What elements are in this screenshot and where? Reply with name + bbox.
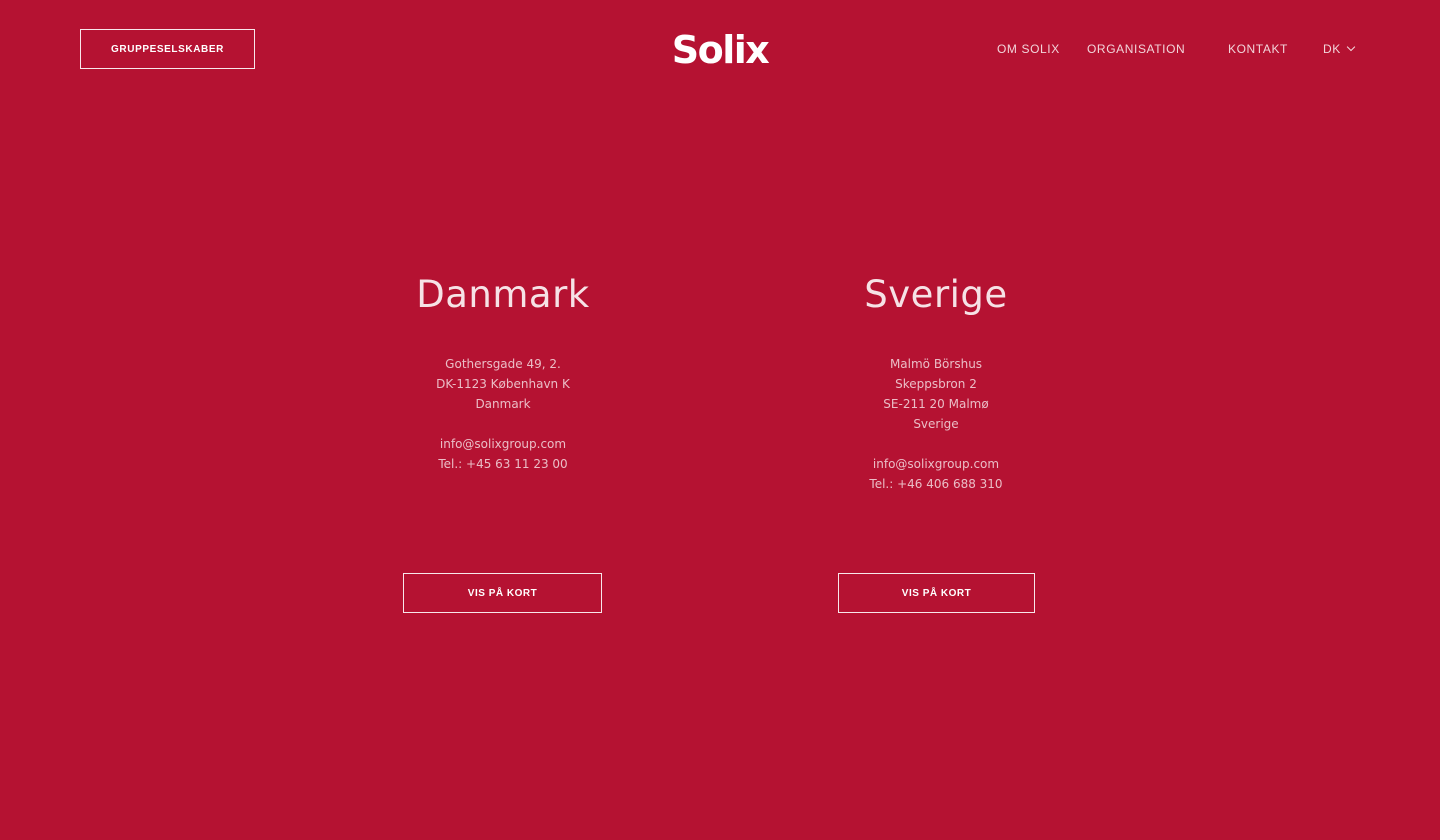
phone-link[interactable]: Tel.: +45 63 11 23 00	[353, 454, 653, 474]
phone-link[interactable]: Tel.: +46 406 688 310	[786, 474, 1086, 494]
email-link[interactable]: info@solixgroup.com	[353, 434, 653, 454]
office-sweden: Sverige Malmö Börshus Skeppsbron 2 SE-21…	[786, 272, 1086, 494]
address-line: Malmö Börshus	[889, 357, 983, 371]
office-title: Sverige	[864, 273, 1008, 316]
chevron-down-icon	[1346, 42, 1356, 52]
language-label: DK	[1323, 42, 1341, 56]
show-on-map-button-denmark[interactable]: VIS PÅ KORT	[403, 573, 602, 613]
email-link[interactable]: info@solixgroup.com	[786, 454, 1086, 474]
address-line: Sverige	[913, 417, 959, 431]
address-line: SE-211 20 Malmø	[883, 397, 989, 411]
office-contact-details: Malmö Börshus Skeppsbron 2 SE-211 20 Mal…	[786, 354, 1086, 494]
office-denmark: Danmark Gothersgade 49, 2. DK-1123 Køben…	[353, 272, 653, 474]
site-logo[interactable]: Solix	[0, 26, 1440, 74]
language-selector[interactable]: DK	[1323, 40, 1356, 58]
address-line: DK-1123 København K	[436, 377, 570, 391]
nav-item-om-solix[interactable]: OM SOLIX	[997, 40, 1060, 58]
address-line: Gothersgade 49, 2.	[445, 357, 561, 371]
address-line: Skeppsbron 2	[895, 377, 977, 391]
nav-item-kontakt[interactable]: KONTAKT	[1228, 40, 1288, 58]
office-title: Danmark	[416, 273, 590, 316]
office-contact-details: Gothersgade 49, 2. DK-1123 København K D…	[353, 354, 653, 474]
nav-item-organisation[interactable]: ORGANISATION	[1087, 40, 1185, 58]
show-on-map-button-sweden[interactable]: VIS PÅ KORT	[838, 573, 1035, 613]
logo-text[interactable]: Solix	[672, 26, 770, 74]
address-line: Danmark	[475, 397, 531, 411]
